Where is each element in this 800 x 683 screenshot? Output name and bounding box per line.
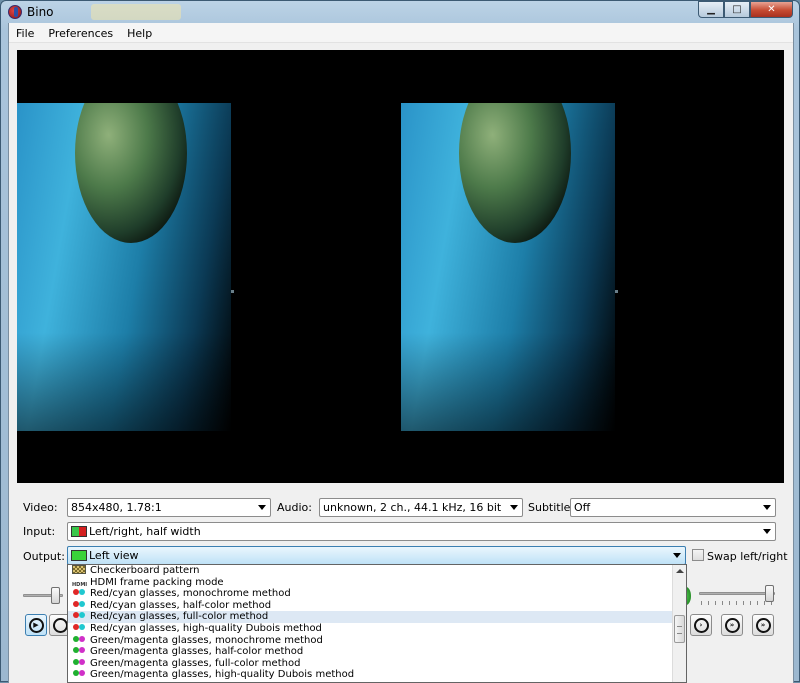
red-cyan-glasses-icon (72, 611, 86, 620)
menu-help[interactable]: Help (120, 23, 159, 42)
input-combo-value: Left/right, half width (89, 525, 201, 538)
output-option-red-cyan-half-color[interactable]: Red/cyan glasses, half-color method (68, 600, 686, 612)
option-label: Green/magenta glasses, full-color method (90, 657, 301, 669)
fast-forward-double-icon: » (755, 617, 771, 633)
option-label: Red/cyan glasses, high-quality Dubois me… (90, 622, 322, 634)
output-combo[interactable]: Left view (67, 546, 686, 565)
checkerboard-icon (72, 565, 86, 574)
subtitle-label: Subtitle: (528, 501, 575, 514)
pause-icon (52, 617, 68, 633)
output-dropdown-list[interactable]: Checkerboard pattern HDMI HDMI frame pack… (67, 564, 687, 683)
scroll-up-arrow-icon[interactable] (676, 569, 684, 573)
green-magenta-glasses-icon (72, 646, 86, 655)
green-magenta-glasses-icon (72, 635, 86, 644)
close-icon: ✕ (767, 4, 776, 15)
option-label: Green/magenta glasses, monochrome method (90, 634, 323, 646)
seek-forward-faster-button[interactable]: » (752, 614, 774, 636)
video-combo[interactable]: 854x480, 1.78:1 (67, 498, 271, 517)
output-option-green-magenta-full-color[interactable]: Green/magenta glasses, full-color method (68, 658, 686, 670)
input-label: Input: (23, 525, 56, 538)
audio-combo-value: unknown, 2 ch., 44.1 kHz, 16 bit (323, 501, 502, 514)
video-combo-value: 854x480, 1.78:1 (71, 501, 162, 514)
output-option-hdmi[interactable]: HDMI HDMI frame packing mode (68, 577, 686, 589)
caption-buttons: ▁ □ ✕ (698, 1, 793, 18)
window-title: Bino (27, 5, 54, 19)
output-option-red-cyan-full-color[interactable]: Red/cyan glasses, full-color method (68, 611, 686, 623)
output-combo-value: Left view (89, 549, 139, 562)
play-icon: ▶ (28, 617, 44, 633)
minimize-icon: ▁ (707, 4, 715, 15)
maximize-icon: □ (732, 4, 742, 15)
close-button[interactable]: ✕ (750, 1, 793, 18)
green-magenta-glasses-icon (72, 669, 86, 678)
bino-app-icon (8, 5, 22, 19)
volume-slider-track[interactable] (699, 592, 775, 595)
volume-slider-ticks (701, 601, 773, 605)
option-label: Red/cyan glasses, full-color method (90, 611, 269, 623)
output-option-red-cyan-monochrome[interactable]: Red/cyan glasses, monochrome method (68, 588, 686, 600)
option-label: Red/cyan glasses, monochrome method (90, 588, 291, 600)
red-cyan-glasses-icon (72, 623, 86, 632)
chevron-down-icon (258, 505, 266, 510)
fast-forward-icon: » (724, 617, 740, 633)
output-option-green-magenta-half-color[interactable]: Green/magenta glasses, half-color method (68, 646, 686, 658)
option-label: HDMI frame packing mode (90, 576, 224, 588)
dropdown-scroll-thumb[interactable] (674, 615, 685, 643)
output-option-checkerboard[interactable]: Checkerboard pattern (68, 565, 686, 577)
option-label: Green/magenta glasses, high-quality Dubo… (90, 669, 355, 681)
chevron-down-icon (510, 505, 518, 510)
option-label: Checkerboard pattern (90, 565, 200, 576)
menu-bar: File Preferences Help (9, 23, 793, 43)
audio-combo[interactable]: unknown, 2 ch., 44.1 kHz, 16 bit (319, 498, 523, 517)
play-button[interactable]: ▶ (25, 614, 47, 636)
seek-slider-thumb[interactable] (51, 587, 60, 604)
video-display[interactable] (17, 50, 784, 483)
title-bar[interactable]: Bino ▁ □ ✕ (1, 1, 799, 23)
dropdown-scrollbar[interactable] (672, 565, 686, 682)
satellite-dot (231, 290, 234, 293)
maximize-button[interactable]: □ (724, 1, 750, 18)
satellite-dot (615, 290, 618, 293)
menu-file[interactable]: File (9, 23, 41, 42)
seek-forward-icon: › (693, 617, 709, 633)
menu-preferences[interactable]: Preferences (41, 23, 120, 42)
input-combo[interactable]: Left/right, half width (67, 522, 776, 541)
option-label: Red/cyan glasses, half-color method (90, 599, 272, 611)
swap-left-right-label: Swap left/right (707, 550, 788, 563)
red-cyan-glasses-icon (72, 600, 86, 609)
audio-label: Audio: (277, 501, 312, 514)
swap-left-right-checkbox[interactable] (692, 549, 704, 561)
output-option-red-cyan-dubois[interactable]: Red/cyan glasses, high-quality Dubois me… (68, 623, 686, 635)
red-cyan-glasses-icon (72, 588, 86, 597)
chevron-down-icon (763, 505, 771, 510)
output-option-green-magenta-dubois[interactable]: Green/magenta glasses, high-quality Dubo… (68, 669, 686, 681)
seek-forward-button[interactable]: › (690, 614, 712, 636)
subtitle-combo-value: Off (574, 501, 591, 514)
left-view-frame (17, 103, 231, 431)
left-right-stereo-icon (71, 526, 87, 537)
left-view-icon (71, 550, 87, 561)
main-client-area: File Preferences Help Video: 854x480, 1.… (8, 23, 794, 683)
subtitle-combo[interactable]: Off (570, 498, 776, 517)
volume-slider-thumb[interactable] (765, 585, 774, 602)
chevron-down-icon (673, 553, 681, 558)
right-view-frame (401, 103, 615, 431)
seek-forward-fast-button[interactable]: » (721, 614, 743, 636)
green-magenta-glasses-icon (72, 658, 86, 667)
minimize-button[interactable]: ▁ (698, 1, 724, 18)
video-label: Video: (23, 501, 58, 514)
title-bar-highlight (91, 4, 181, 20)
option-label: Green/magenta glasses, half-color method (90, 646, 304, 658)
chevron-down-icon (763, 529, 771, 534)
output-label: Output: (23, 550, 65, 563)
output-option-green-magenta-monochrome[interactable]: Green/magenta glasses, monochrome method (68, 635, 686, 647)
bino-window: Bino ▁ □ ✕ File Preferences Help Video: … (0, 0, 800, 683)
